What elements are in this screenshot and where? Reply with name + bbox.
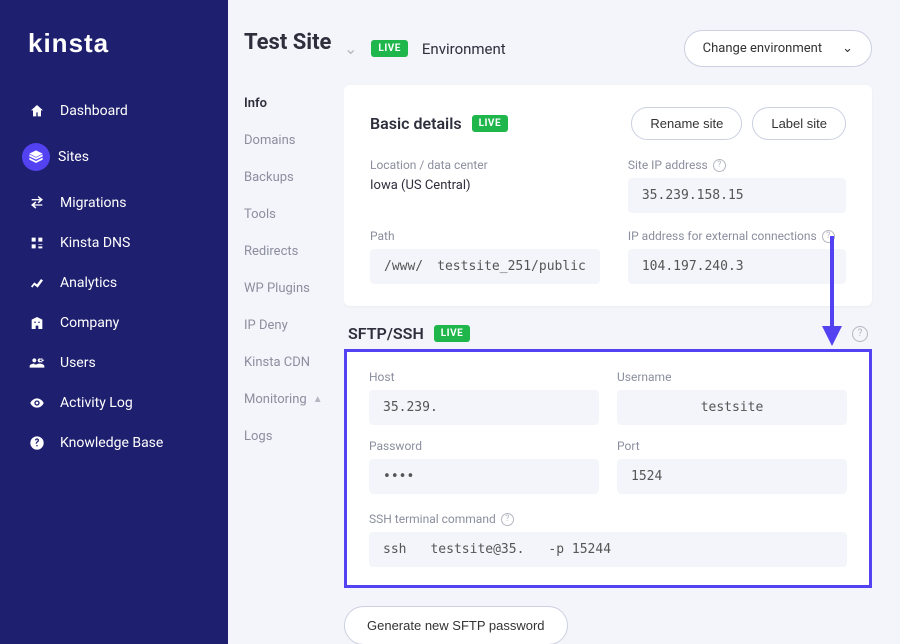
ext-ip-label: IP address for external connections [628, 229, 817, 243]
path-label: Path [370, 229, 600, 243]
users-icon [28, 355, 46, 371]
username-label: Username [617, 370, 847, 384]
generate-sftp-password-button[interactable]: Generate new SFTP password [344, 606, 568, 644]
eye-icon [28, 395, 46, 411]
host-label: Host [369, 370, 599, 384]
site-ip-field: Site IP address? 35.239.158.15 [628, 158, 846, 213]
subnav-item-ip-deny[interactable]: IP Deny [244, 307, 344, 344]
subnav-item-domains[interactable]: Domains [244, 122, 344, 159]
subnav-item-redirects[interactable]: Redirects [244, 233, 344, 270]
env-label: Environment [422, 40, 506, 58]
subnav: Test Site Info Domains Backups Tools Red… [228, 0, 344, 644]
location-value: Iowa (US Central) [370, 178, 600, 193]
port-value[interactable]: 1524 [617, 459, 847, 494]
subnav-item-wp-plugins[interactable]: WP Plugins [244, 270, 344, 307]
nav-label: Users [60, 355, 96, 371]
subnav-item-backups[interactable]: Backups [244, 159, 344, 196]
notification-icon: ▲ [313, 394, 323, 405]
help-icon[interactable]: ? [852, 326, 868, 342]
nav-label: Activity Log [60, 395, 133, 411]
help-icon[interactable]: ? [713, 159, 726, 172]
brand-logo: kinsta [0, 28, 228, 91]
env-badge: LIVE [371, 40, 408, 57]
path-value[interactable]: /www/ testsite_251/public [370, 249, 600, 284]
subnav-item-info[interactable]: Info [244, 85, 344, 122]
sidebar: kinsta Dashboard Sites Migrations Kinsta… [0, 0, 228, 644]
basic-details-title: Basic details [370, 114, 462, 133]
nav-item-knowledge-base[interactable]: Knowledge Base [0, 423, 228, 463]
change-environment-button[interactable]: Change environment ⌄ [684, 30, 872, 67]
dns-icon [28, 235, 46, 251]
brand-text: kinsta [28, 28, 109, 58]
env-badge: LIVE [434, 325, 471, 342]
nav-label: Company [60, 315, 119, 331]
nav-item-analytics[interactable]: Analytics [0, 263, 228, 303]
sftp-section-header: SFTP/SSH LIVE ? [344, 324, 872, 343]
username-field: Username testsite [617, 370, 847, 425]
env-indicator: ⌄ LIVE Environment [344, 39, 506, 58]
help-icon[interactable]: ? [822, 230, 835, 243]
ssh-command-value[interactable]: ssh testsite@35. -p 15244 [369, 532, 847, 567]
subnav-item-tools[interactable]: Tools [244, 196, 344, 233]
chevron-down-icon: ⌄ [842, 41, 853, 56]
ssh-command-field: SSH terminal command? ssh testsite@35. -… [369, 512, 847, 567]
subnav-item-kinsta-cdn[interactable]: Kinsta CDN [244, 344, 344, 381]
host-field: Host 35.239. [369, 370, 599, 425]
nav-item-migrations[interactable]: Migrations [0, 183, 228, 223]
site-ip-value[interactable]: 35.239.158.15 [628, 178, 846, 213]
subnav-item-monitoring[interactable]: Monitoring▲ [244, 381, 344, 418]
sftp-card: Host 35.239. Username testsite Password … [344, 349, 872, 588]
migrate-icon [28, 195, 46, 211]
ssh-command-label: SSH terminal command [369, 512, 496, 526]
nav-item-users[interactable]: Users [0, 343, 228, 383]
host-value[interactable]: 35.239. [369, 390, 599, 425]
layers-icon [22, 143, 50, 171]
location-field: Location / data center Iowa (US Central) [370, 158, 600, 213]
port-field: Port 1524 [617, 439, 847, 494]
home-icon [28, 103, 46, 119]
help-icon [28, 435, 46, 451]
basic-details-card: Basic details LIVE Rename site Label sit… [344, 85, 872, 306]
env-badge: LIVE [472, 115, 509, 132]
nav-item-sites[interactable]: Sites [0, 131, 228, 183]
nav-label: Kinsta DNS [60, 235, 130, 251]
username-value[interactable]: testsite [617, 390, 847, 425]
nav-label: Knowledge Base [60, 435, 163, 451]
nav-item-kinsta-dns[interactable]: Kinsta DNS [0, 223, 228, 263]
page-title: Test Site [244, 30, 331, 55]
subnav-item-logs[interactable]: Logs [244, 418, 344, 455]
ext-ip-value[interactable]: 104.197.240.3 [628, 249, 846, 284]
nav-label: Dashboard [60, 103, 128, 119]
building-icon [28, 315, 46, 331]
label-site-button[interactable]: Label site [752, 107, 846, 140]
content: ⌄ LIVE Environment Change environment ⌄ … [344, 0, 900, 644]
location-label: Location / data center [370, 158, 600, 172]
nav-item-activity-log[interactable]: Activity Log [0, 383, 228, 423]
password-label: Password [369, 439, 599, 453]
help-icon[interactable]: ? [501, 513, 514, 526]
sftp-title: SFTP/SSH [348, 324, 424, 343]
password-value[interactable]: •••• [369, 459, 599, 494]
nav-label: Analytics [60, 275, 117, 291]
site-ip-label: Site IP address [628, 158, 708, 172]
analytics-icon [28, 275, 46, 291]
path-field: Path /www/ testsite_251/public [370, 229, 600, 284]
nav-item-company[interactable]: Company [0, 303, 228, 343]
nav-item-dashboard[interactable]: Dashboard [0, 91, 228, 131]
nav-label: Migrations [60, 195, 127, 211]
header: ⌄ LIVE Environment Change environment ⌄ [344, 0, 900, 67]
port-label: Port [617, 439, 847, 453]
rename-site-button[interactable]: Rename site [631, 107, 742, 140]
password-field: Password •••• [369, 439, 599, 494]
chevron-down-icon[interactable]: ⌄ [344, 39, 357, 58]
change-env-label: Change environment [703, 41, 822, 56]
nav-label: Sites [58, 149, 89, 165]
ext-ip-field: IP address for external connections? 104… [628, 229, 846, 284]
main: Test Site Info Domains Backups Tools Red… [228, 0, 900, 644]
